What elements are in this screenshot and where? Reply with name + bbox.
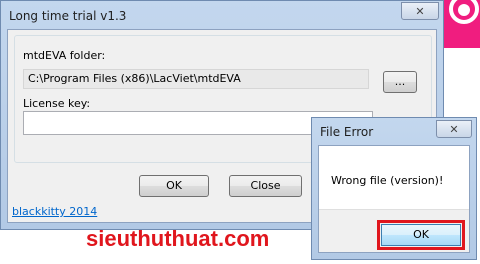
dialog-ok-button[interactable]: OK (381, 224, 461, 246)
window-title: Long time trial v1.3 (9, 9, 127, 23)
background-logo-dot (458, 4, 470, 16)
close-icon: ✕ (449, 123, 459, 136)
error-message: Wrong file (version)! (331, 174, 444, 187)
close-icon: ✕ (415, 5, 425, 18)
close-button[interactable]: Close (229, 175, 302, 197)
main-titlebar[interactable]: Long time trial v1.3 ✕ (1, 1, 443, 29)
ok-button[interactable]: OK (139, 175, 209, 197)
folder-path-field[interactable]: C:\Program Files (x86)\LacViet\mtdEVA (23, 69, 369, 89)
window-close-button[interactable]: ✕ (401, 2, 439, 20)
ok-highlight-box: OK (377, 220, 465, 250)
watermark-text: sieuthuthuat.com (86, 226, 270, 251)
dialog-close-button[interactable]: ✕ (436, 120, 472, 138)
license-label: License key: (23, 97, 91, 110)
file-error-dialog: File Error ✕ Wrong file (version)! OK (311, 117, 477, 260)
dialog-title: File Error (320, 125, 374, 139)
browse-button[interactable]: ... (383, 71, 417, 93)
blackkitty-link[interactable]: blackkitty 2014 (12, 205, 97, 218)
folder-label: mtdEVA folder: (23, 49, 106, 62)
